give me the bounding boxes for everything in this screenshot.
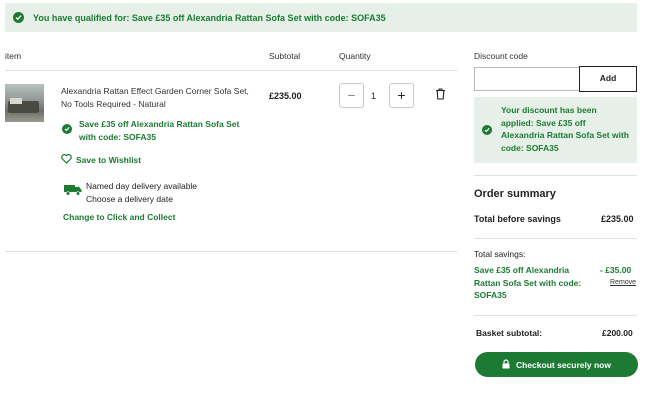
discount-applied-message: Your discount has been applied: Save £35… <box>474 97 637 163</box>
total-before-savings-value: £235.00 <box>601 214 634 224</box>
basket-subtotal-value: £200.00 <box>602 328 633 338</box>
order-summary-title: Order summary <box>474 188 556 200</box>
quantity-increase-button[interactable]: + <box>389 83 414 108</box>
header-quantity: Quantity <box>339 51 371 61</box>
summary-divider-2 <box>474 315 637 316</box>
delivery-truck-icon <box>64 184 82 198</box>
header-subtotal: Subtotal <box>269 51 301 61</box>
checkout-button-label: Checkout securely now <box>516 360 611 370</box>
check-circle-icon <box>13 12 24 23</box>
click-and-collect-link[interactable]: Change to Click and Collect <box>63 212 175 222</box>
delivery-date-prompt: Choose a delivery date <box>86 194 173 204</box>
delivery-info: Named day delivery available <box>86 181 198 191</box>
discount-code-label: Discount code <box>474 51 528 61</box>
discount-applied-text: Your discount has been applied: Save £35… <box>501 105 629 153</box>
checkout-button[interactable]: Checkout securely now <box>475 352 638 377</box>
saving-amount: - £35.00 <box>600 265 632 275</box>
basket-subtotal-label: Basket subtotal: <box>476 328 543 338</box>
banner-text: You have qualified for: Save £35 off Ale… <box>33 13 386 23</box>
summary-divider-top <box>474 175 637 176</box>
lock-icon <box>502 359 510 371</box>
total-before-savings-label: Total before savings <box>474 214 561 224</box>
summary-divider-1 <box>474 238 637 239</box>
product-thumbnail[interactable] <box>5 84 44 122</box>
item-subtotal: £235.00 <box>269 91 302 101</box>
header-divider <box>5 70 457 71</box>
discount-code-input[interactable] <box>474 67 580 91</box>
remove-discount-link[interactable]: Remove <box>610 279 636 286</box>
add-discount-button[interactable]: Add <box>579 66 637 92</box>
offer-check-icon <box>62 124 72 134</box>
quantity-decrease-button[interactable]: − <box>339 83 364 108</box>
trash-icon[interactable] <box>435 88 446 102</box>
check-circle-icon <box>482 125 492 135</box>
saving-description: Save £35 off Alexandria Rattan Sofa Set … <box>474 265 582 300</box>
qualified-banner: You have qualified for: Save £35 off Ale… <box>5 3 637 32</box>
product-name[interactable]: Alexandria Rattan Effect Garden Corner S… <box>61 85 251 111</box>
heart-icon[interactable] <box>61 154 72 166</box>
total-savings-label: Total savings: <box>474 249 526 259</box>
product-offer: Save £35 off Alexandria Rattan Sofa Set … <box>79 119 240 142</box>
cushion-shape <box>10 98 22 104</box>
header-item: item <box>5 51 22 61</box>
save-to-wishlist-link[interactable]: Save to Wishlist <box>76 155 141 165</box>
quantity-value: 1 <box>371 91 377 101</box>
row-divider <box>5 251 457 252</box>
